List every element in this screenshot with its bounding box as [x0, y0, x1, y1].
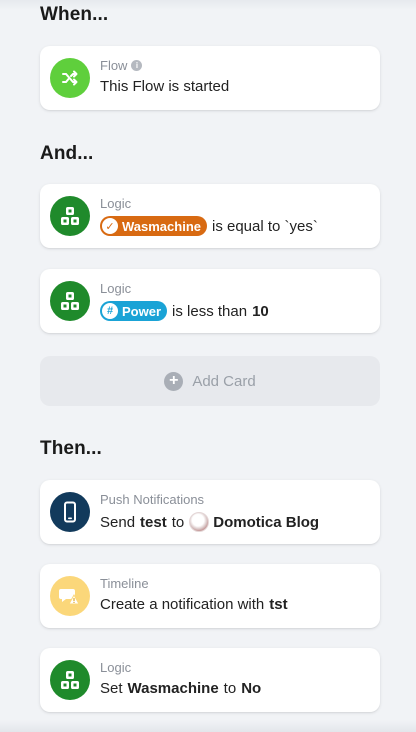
card-category: Flow i	[100, 58, 143, 73]
user-avatar-icon	[189, 512, 210, 532]
card-category: Logic	[100, 281, 132, 296]
pill-label: Power	[122, 303, 162, 319]
action-prefix: Create a notification with	[100, 596, 265, 613]
variable-pill-power[interactable]: # Power	[100, 301, 168, 321]
then-card-timeline[interactable]: Timeline Create a notification with tst	[40, 564, 380, 628]
pill-label: Wasmachine	[122, 218, 201, 234]
variable-name: Wasmachine	[127, 680, 219, 697]
section-title-when: When...	[40, 4, 109, 25]
action-prefix: Set	[100, 680, 123, 697]
card-text: Set Wasmachine to No	[100, 680, 261, 697]
when-card-flow-started[interactable]: Flow i This Flow is started	[40, 46, 380, 110]
to-text: to	[171, 513, 185, 531]
hash-icon: #	[102, 303, 118, 319]
logic-icon	[50, 660, 90, 700]
card-category: Timeline	[100, 576, 149, 591]
card-text: Create a notification with tst	[100, 596, 288, 613]
card-text: # Power is less than 10	[100, 301, 269, 321]
card-category: Logic	[100, 196, 132, 211]
message-value: test	[140, 513, 167, 531]
card-category: Push Notifications	[100, 492, 205, 507]
add-card-label: Add Card	[192, 372, 256, 390]
message-value: tst	[269, 596, 288, 613]
add-card-button[interactable]: + Add Card	[40, 356, 380, 406]
condition-value: 10	[252, 302, 269, 320]
and-card-power-less-than[interactable]: Logic # Power is less than 10	[40, 269, 380, 333]
set-value: No	[241, 680, 262, 697]
condition-text: is less than	[172, 302, 248, 320]
section-title-and: And...	[40, 143, 94, 164]
card-category: Logic	[100, 660, 132, 675]
phone-icon	[50, 492, 90, 532]
card-text: This Flow is started	[100, 78, 230, 95]
bottom-shadow	[0, 720, 416, 732]
logic-icon	[50, 281, 90, 321]
then-card-push-notification[interactable]: Push Notifications Send test to Domotica…	[40, 480, 380, 544]
condition-text: is equal to `yes`	[212, 217, 318, 235]
check-circle-icon: ✓	[102, 218, 118, 234]
shuffle-icon	[50, 58, 90, 98]
card-text: Send test to Domotica Blog	[100, 512, 319, 532]
timeline-warning-icon	[50, 576, 90, 616]
plus-icon: +	[164, 371, 184, 391]
card-category-label: Flow	[100, 58, 128, 73]
to-text: to	[223, 680, 237, 697]
card-text: ✓ Wasmachine is equal to `yes`	[100, 216, 318, 236]
info-icon[interactable]: i	[131, 60, 143, 71]
and-card-wasmachine-equal[interactable]: Logic ✓ Wasmachine is equal to `yes`	[40, 184, 380, 248]
then-card-logic-set[interactable]: Logic Set Wasmachine to No	[40, 648, 380, 712]
section-title-then: Then...	[40, 438, 102, 459]
action-prefix: Send	[100, 513, 136, 531]
variable-pill-wasmachine[interactable]: ✓ Wasmachine	[100, 216, 207, 236]
logic-icon	[50, 196, 90, 236]
recipient-value: Domotica Blog	[213, 513, 320, 531]
